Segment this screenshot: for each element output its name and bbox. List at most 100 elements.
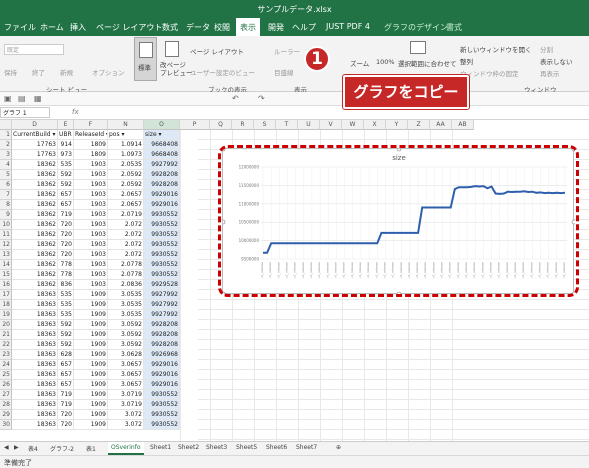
table-cell[interactable]: 1903: [74, 180, 108, 190]
sheet-tab[interactable]: Sheet6: [266, 444, 287, 451]
keep-button[interactable]: 保持: [4, 67, 17, 77]
table-cell[interactable]: 1.0973: [108, 150, 144, 160]
table-cell[interactable]: 657: [58, 380, 74, 390]
zoom-selection-button[interactable]: 選択範囲に合わせて: [398, 58, 457, 68]
row-header[interactable]: 24: [0, 360, 12, 370]
table-header-cell[interactable]: pos ▾: [108, 130, 144, 140]
zoom-100-button[interactable]: 100%: [376, 58, 395, 66]
table-cell[interactable]: 18363: [12, 330, 58, 340]
tab-nav-prev-icon[interactable]: ◀: [4, 444, 9, 451]
table-cell[interactable]: 18363: [12, 380, 58, 390]
table-cell[interactable]: 18362: [12, 270, 58, 280]
tab-file[interactable]: ファイル: [4, 22, 36, 33]
sheet-tab[interactable]: 表4: [28, 444, 38, 453]
row-header[interactable]: 20: [0, 320, 12, 330]
table-cell[interactable]: 3.0535: [108, 300, 144, 310]
tab-home[interactable]: ホーム: [40, 22, 64, 33]
hide-button[interactable]: 表示しない: [540, 56, 573, 66]
table-cell[interactable]: 1909: [74, 310, 108, 320]
table-cell[interactable]: 1903: [74, 200, 108, 210]
table-cell[interactable]: 1909: [74, 410, 108, 420]
sheet-view-dropdown[interactable]: 既定: [4, 44, 64, 55]
tab-developer[interactable]: 開発: [268, 22, 284, 33]
table-cell[interactable]: 1909: [74, 400, 108, 410]
column-header[interactable]: N: [108, 120, 144, 130]
table-cell[interactable]: 18363: [12, 390, 58, 400]
table-cell[interactable]: 719: [58, 210, 74, 220]
column-header[interactable]: T: [276, 120, 298, 130]
table-cell[interactable]: 9928208: [144, 170, 180, 180]
table-cell[interactable]: 9927992: [144, 300, 180, 310]
zoom-button[interactable]: ズーム: [350, 58, 369, 68]
sheet-tab[interactable]: 表1: [86, 444, 96, 453]
table-cell[interactable]: 1903: [74, 230, 108, 240]
column-header[interactable]: E: [58, 120, 74, 130]
table-cell[interactable]: 9930552: [144, 240, 180, 250]
table-cell[interactable]: 18363: [12, 290, 58, 300]
tab-nav-next-icon[interactable]: ▶: [14, 444, 19, 451]
table-cell[interactable]: 1909: [74, 330, 108, 340]
table-cell[interactable]: 18362: [12, 220, 58, 230]
table-cell[interactable]: 9930552: [144, 220, 180, 230]
table-cell[interactable]: 9927992: [144, 310, 180, 320]
table-cell[interactable]: 18363: [12, 410, 58, 420]
column-header[interactable]: P: [180, 120, 210, 130]
table-cell[interactable]: 535: [58, 300, 74, 310]
table-cell[interactable]: 9930552: [144, 420, 180, 430]
table-cell[interactable]: 9929016: [144, 370, 180, 380]
table-cell[interactable]: 18363: [12, 340, 58, 350]
table-cell[interactable]: 3.0719: [108, 400, 144, 410]
row-header[interactable]: 29: [0, 410, 12, 420]
table-cell[interactable]: 18362: [12, 190, 58, 200]
table-cell[interactable]: 836: [58, 280, 74, 290]
table-cell[interactable]: 9930552: [144, 390, 180, 400]
column-header[interactable]: V: [320, 120, 342, 130]
table-cell[interactable]: 18363: [12, 310, 58, 320]
table-cell[interactable]: 778: [58, 260, 74, 270]
table-cell[interactable]: 9929016: [144, 380, 180, 390]
tab-formulas[interactable]: 数式: [162, 22, 178, 33]
row-header[interactable]: 10: [0, 220, 12, 230]
table-cell[interactable]: 1909: [74, 360, 108, 370]
table-cell[interactable]: 3.0592: [108, 320, 144, 330]
table-cell[interactable]: 2.072: [108, 240, 144, 250]
row-header[interactable]: 30: [0, 420, 12, 430]
redo-icon[interactable]: ↷: [258, 94, 265, 103]
table-cell[interactable]: 3.0535: [108, 310, 144, 320]
table-header-cell[interactable]: ReleaseId ▾: [74, 130, 108, 140]
sheet-tab[interactable]: Sheet1: [150, 444, 171, 451]
row-header[interactable]: 2: [0, 140, 12, 150]
tab-page-layout[interactable]: ページ レイアウト: [96, 22, 162, 33]
table-cell[interactable]: 1903: [74, 280, 108, 290]
table-cell[interactable]: 592: [58, 320, 74, 330]
table-cell[interactable]: 3.0592: [108, 330, 144, 340]
table-cell[interactable]: 1903: [74, 270, 108, 280]
table-cell[interactable]: 1903: [74, 250, 108, 260]
table-cell[interactable]: 1903: [74, 160, 108, 170]
table-cell[interactable]: 9929016: [144, 200, 180, 210]
table-cell[interactable]: 18362: [12, 170, 58, 180]
table-cell[interactable]: 778: [58, 270, 74, 280]
table-cell[interactable]: 18362: [12, 160, 58, 170]
table-cell[interactable]: 1909: [74, 350, 108, 360]
row-header[interactable]: 13: [0, 250, 12, 260]
table-cell[interactable]: 18363: [12, 320, 58, 330]
row-header[interactable]: 19: [0, 310, 12, 320]
row-header[interactable]: 11: [0, 230, 12, 240]
table-cell[interactable]: 18363: [12, 350, 58, 360]
column-header[interactable]: Z: [408, 120, 430, 130]
table-cell[interactable]: 719: [58, 390, 74, 400]
table-cell[interactable]: 3.0628: [108, 350, 144, 360]
table-cell[interactable]: 17763: [12, 140, 58, 150]
row-header[interactable]: 7: [0, 190, 12, 200]
table-cell[interactable]: 592: [58, 170, 74, 180]
tab-help[interactable]: ヘルプ: [292, 22, 316, 33]
table-cell[interactable]: 535: [58, 160, 74, 170]
row-header[interactable]: 22: [0, 340, 12, 350]
table-cell[interactable]: 1909: [74, 340, 108, 350]
table-cell[interactable]: 719: [58, 400, 74, 410]
tab-data[interactable]: データ: [186, 22, 210, 33]
table-cell[interactable]: 914: [58, 140, 74, 150]
table-cell[interactable]: 3.0592: [108, 340, 144, 350]
table-cell[interactable]: 9930552: [144, 250, 180, 260]
